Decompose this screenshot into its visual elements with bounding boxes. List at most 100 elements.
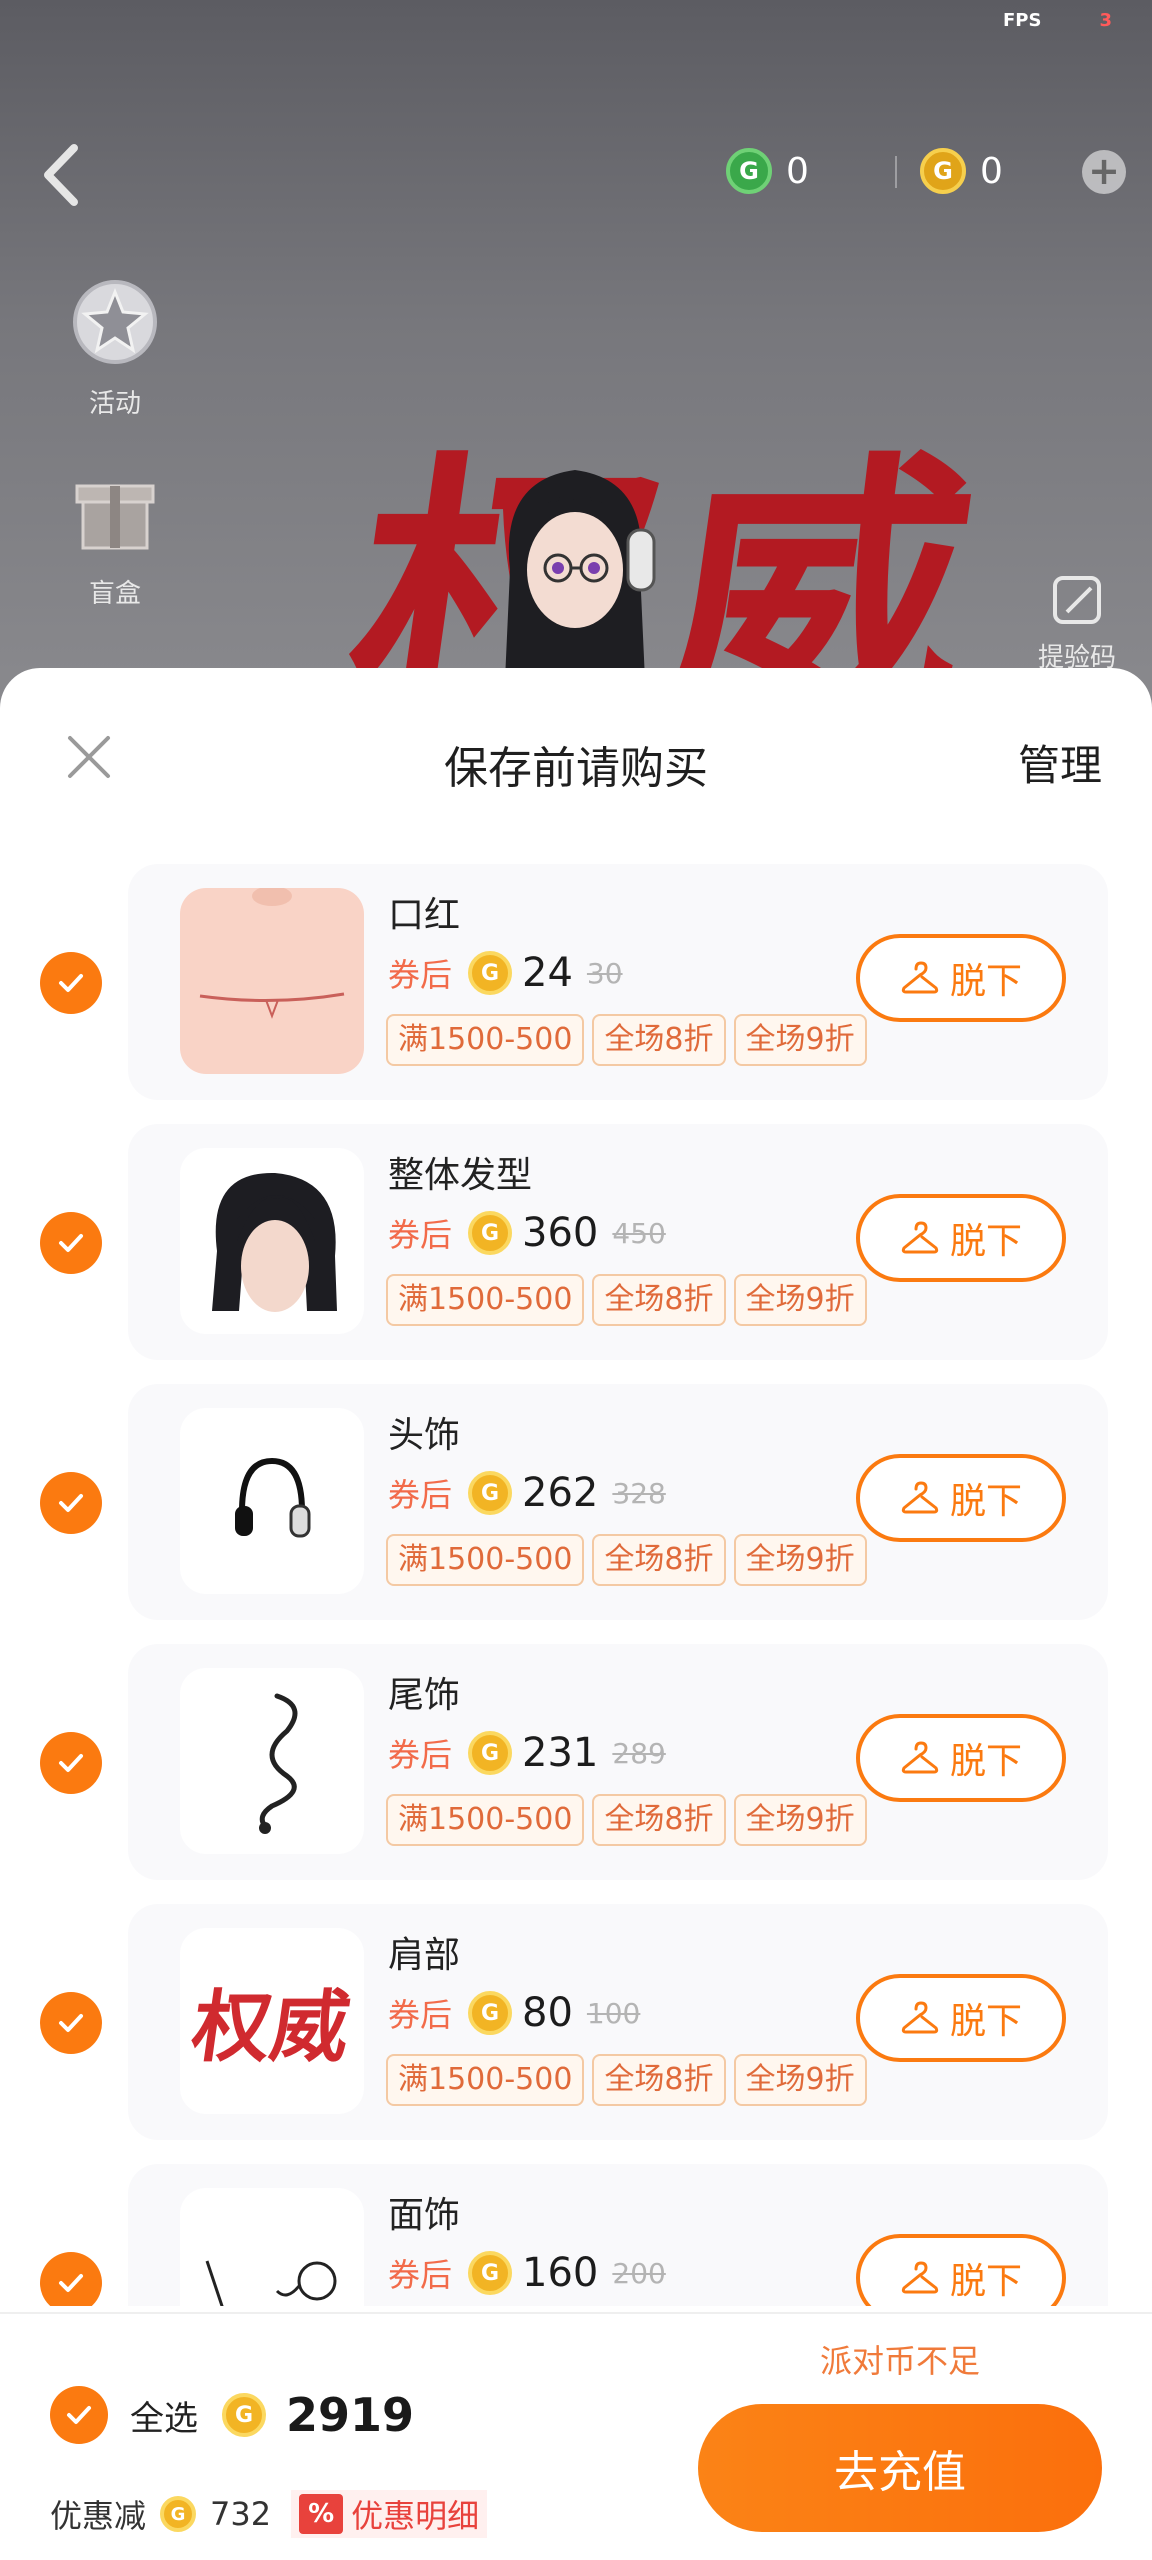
discount-tag: 全场8折 — [592, 1014, 726, 1066]
item-thumbnail — [180, 1408, 364, 1594]
hanger-icon — [901, 961, 939, 994]
checkmark-icon — [59, 2014, 83, 2032]
item-name: 口红 — [388, 895, 461, 936]
discount-tag: 满1500-500 — [386, 1534, 585, 1586]
percent-badge-icon: % — [299, 2494, 344, 2534]
add-currency-button[interactable]: + — [1082, 150, 1126, 194]
checkmark-icon — [59, 1754, 83, 1772]
gold-currency: G 0 — [920, 148, 1003, 194]
gold-coin-icon: G — [468, 1991, 513, 2035]
discount-tag: 满1500-500 — [386, 1014, 585, 1066]
discount-detail-button[interactable]: % 优惠明细 — [291, 2490, 488, 2538]
item-checkbox[interactable] — [40, 952, 102, 1014]
discount-tag: 全场8折 — [592, 1794, 726, 1846]
list-item: 权威 肩部 券后 G 80 100 满1500-500 全场8折 全场9折 脱下 — [0, 1904, 1152, 2140]
item-price-row: 券后 G 231 289 — [388, 1730, 666, 1776]
edit-icon — [1053, 576, 1101, 624]
gold-coin-icon: G — [468, 951, 513, 995]
item-tags: 满1500-500 全场8折 全场9折 — [386, 1274, 867, 1326]
hanger-icon — [901, 2001, 939, 2034]
item-price: 231 — [522, 1730, 599, 1776]
game-scene-background: FPS 3 G 0 G 0 + 活动 盲盒 权威 提验码 — [0, 0, 1152, 720]
item-original-price: 289 — [612, 1736, 666, 1770]
discount-tag: 全场9折 — [733, 1274, 867, 1326]
remove-button[interactable]: 脱下 — [856, 1974, 1066, 2062]
item-checkbox[interactable] — [40, 1992, 102, 2054]
fps-counter: FPS 3 — [1003, 10, 1112, 31]
remove-label: 脱下 — [949, 1221, 1022, 1262]
select-all-row: 全选 G 2919 — [50, 2386, 414, 2444]
item-tags: 满1500-500 全场8折 全场9折 — [386, 1014, 867, 1066]
gold-coin-icon: G — [920, 148, 966, 194]
checkmark-icon — [59, 2274, 83, 2292]
blindbox-label: 盲盒 — [88, 579, 141, 609]
item-thumbnail — [180, 1668, 364, 1854]
discount-tag: 全场8折 — [592, 2054, 726, 2106]
remove-label: 脱下 — [949, 2001, 1022, 2042]
item-original-price: 100 — [586, 1996, 641, 2030]
discount-tag: 全场9折 — [733, 1794, 867, 1846]
recharge-button[interactable]: 去充值 — [698, 2404, 1102, 2532]
gold-coin-icon: G — [468, 1471, 513, 1515]
gold-coin-icon: G — [468, 1731, 513, 1775]
remove-button[interactable]: 脱下 — [856, 1194, 1066, 1282]
hairstyle-thumbnail-icon — [212, 1172, 337, 1312]
manage-button[interactable]: 管理 — [1018, 732, 1102, 793]
gold-balance: 0 — [980, 150, 1003, 192]
item-checkbox[interactable] — [40, 2252, 102, 2306]
item-name: 肩部 — [388, 1935, 461, 1976]
item-price: 80 — [522, 1990, 573, 2036]
coupon-label: 券后 — [388, 1736, 453, 1774]
item-thumbnail — [180, 1148, 364, 1334]
remove-button[interactable]: 脱下 — [856, 1714, 1066, 1802]
item-checkbox[interactable] — [40, 1472, 102, 1534]
item-tags: 满1500-500 全场8折 全场9折 — [386, 2054, 867, 2106]
discount-row: 优惠减 G 732 % 优惠明细 — [50, 2490, 488, 2538]
coupon-label: 券后 — [388, 956, 453, 994]
remove-button[interactable]: 脱下 — [856, 934, 1066, 1022]
remove-label: 脱下 — [949, 1481, 1022, 1522]
blindbox-entry[interactable]: 盲盒 — [60, 460, 170, 610]
item-name: 整体发型 — [388, 1155, 533, 1196]
gold-coin-icon: G — [160, 2496, 197, 2532]
hanger-icon — [901, 1481, 939, 1514]
item-price-row: 券后 G 262 328 — [388, 1470, 666, 1516]
discount-tag: 全场8折 — [592, 1534, 726, 1586]
discount-amount: 732 — [210, 2495, 272, 2533]
checkmark-icon — [67, 2406, 91, 2424]
fps-value: 3 — [1099, 10, 1112, 31]
back-arrow-icon[interactable] — [36, 140, 86, 210]
item-price-row: 券后 G 160 200 — [388, 2250, 666, 2296]
item-name: 面饰 — [388, 2195, 461, 2236]
discount-tag: 全场9折 — [733, 1534, 867, 1586]
discount-detail-label: 优惠明细 — [351, 2497, 480, 2535]
item-price: 160 — [522, 2250, 599, 2296]
checkmark-icon — [59, 974, 83, 992]
item-tags: 满1500-500 全场8折 全场9折 — [386, 1794, 867, 1846]
activity-entry[interactable]: 活动 — [60, 270, 170, 420]
item-checkbox[interactable] — [40, 1732, 102, 1794]
coupon-label: 券后 — [388, 1216, 453, 1254]
verify-code-entry[interactable]: 提验码 — [1022, 570, 1132, 674]
gold-coin-icon: G — [222, 2393, 266, 2437]
item-name: 头饰 — [388, 1415, 461, 1456]
discount-tag: 全场9折 — [733, 2054, 867, 2106]
list-item: 口红 券后 G 24 30 满1500-500 全场8折 全场9折 脱下 — [0, 864, 1152, 1100]
remove-button[interactable]: 脱下 — [856, 1454, 1066, 1542]
item-thumbnail: 权威 — [180, 1928, 364, 2114]
green-balance: 0 — [786, 150, 809, 192]
item-original-price: 450 — [612, 1216, 666, 1250]
item-checkbox[interactable] — [40, 1212, 102, 1274]
item-price: 24 — [522, 950, 573, 996]
tail-thumbnail-icon — [259, 1693, 298, 1834]
gold-coin-icon: G — [468, 2251, 513, 2295]
item-original-price: 328 — [612, 1476, 666, 1510]
total-price: 2919 — [286, 2388, 415, 2442]
item-original-price: 200 — [612, 2256, 666, 2290]
select-all-checkbox[interactable] — [50, 2386, 108, 2444]
discount-label: 优惠减 — [50, 2497, 147, 2535]
remove-button[interactable]: 脱下 — [856, 2234, 1066, 2306]
checkmark-icon — [59, 1234, 83, 1252]
checkmark-icon — [59, 1494, 83, 1512]
remove-label: 脱下 — [949, 2261, 1022, 2302]
